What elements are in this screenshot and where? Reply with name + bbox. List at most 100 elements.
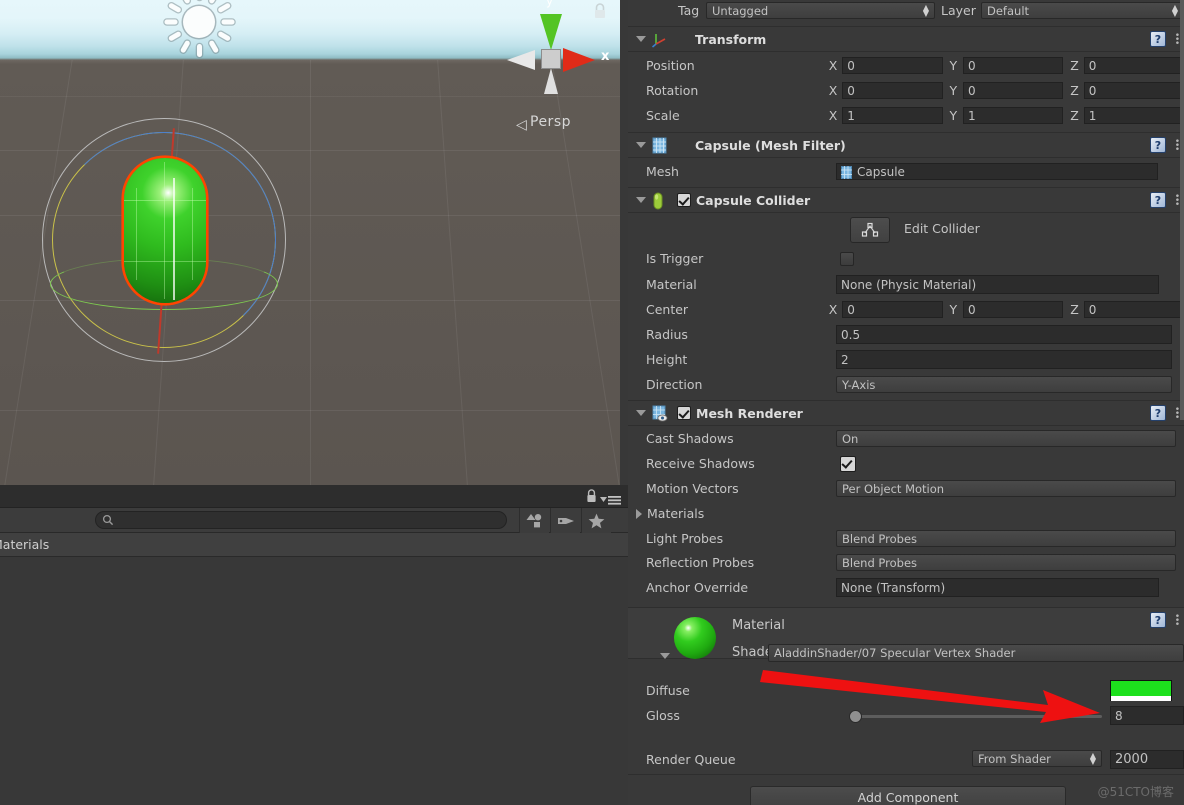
gizmo-x-cone[interactable] — [563, 48, 595, 72]
mesh-asset-icon — [841, 166, 852, 182]
mesh-row: Mesh Capsule — [628, 159, 1184, 184]
diffuse-color-rgb — [1111, 681, 1171, 696]
foldout-arrow-icon[interactable] — [636, 142, 646, 148]
render-queue-dropdown[interactable]: From Shader ▲ ▼ — [972, 750, 1102, 767]
component-menu-icon[interactable]: • • • — [1175, 613, 1180, 630]
scene-lock-icon[interactable] — [592, 2, 608, 24]
chevron-updown-icon: ▲ ▼ — [922, 3, 929, 18]
capsule-collider-component-header[interactable]: Capsule Collider ? • • • — [628, 187, 1184, 213]
gizmo-negative-x-cone[interactable] — [507, 50, 535, 70]
divider — [628, 774, 1184, 775]
help-icon[interactable]: ? — [1150, 31, 1166, 47]
tag-dropdown[interactable]: Untagged ▲ ▼ — [706, 2, 935, 19]
gloss-value-field[interactable]: 8 — [1110, 706, 1184, 725]
asset-filter-icon[interactable] — [519, 508, 549, 533]
chevron-updown-icon: ▲ ▼ — [1171, 3, 1178, 18]
project-lock-icon[interactable] — [585, 488, 598, 508]
help-icon[interactable]: ? — [1150, 612, 1166, 628]
add-component-button[interactable]: Add Component — [750, 786, 1066, 805]
axis-x-label: X — [828, 83, 838, 98]
help-icon[interactable]: ? — [1150, 405, 1166, 421]
position-y-field[interactable]: 0 — [963, 57, 1064, 74]
label-filter-icon[interactable] — [550, 508, 580, 533]
gizmo-y-axis-line — [173, 178, 175, 300]
scale-x-field[interactable]: 1 — [842, 107, 943, 124]
foldout-arrow-icon[interactable] — [660, 653, 670, 659]
foldout-arrow-icon[interactable] — [636, 197, 646, 203]
project-browser-panel: Materials — [0, 485, 628, 805]
render-queue-row: Render Queue From Shader ▲ ▼ 2000 — [628, 747, 1184, 772]
motion-vectors-dropdown[interactable]: Per Object Motion — [836, 480, 1176, 497]
mesh-filter-component-header[interactable]: Capsule (Mesh Filter) ? • • • — [628, 132, 1184, 158]
tag-label: Tag — [678, 3, 700, 18]
materials-foldout-row[interactable]: Materials — [628, 501, 1184, 526]
receive-shadows-checkbox[interactable] — [840, 455, 856, 472]
search-input[interactable] — [114, 513, 506, 527]
gizmo-center-cube[interactable] — [541, 49, 561, 69]
breadcrumb[interactable]: Materials — [0, 537, 49, 552]
radius-field[interactable]: 0.5 — [836, 325, 1172, 344]
capsule-mesh[interactable] — [124, 158, 206, 303]
is-trigger-checkbox[interactable] — [840, 251, 854, 266]
reflection-probes-label: Reflection Probes — [646, 555, 755, 570]
transform-position-row: Position X 0 Y 0 Z 0 — [628, 53, 1184, 78]
position-z-field[interactable]: 0 — [1083, 57, 1184, 74]
panel-divider[interactable] — [620, 0, 628, 485]
scene-view[interactable]: y x ◁ Persp — [0, 0, 620, 485]
material-component-header[interactable]: Material Shader AladdinShader/07 Specula… — [628, 607, 1184, 662]
inspector-scrollbar[interactable] — [1180, 0, 1184, 420]
mesh-object-field[interactable]: Capsule — [836, 163, 1158, 180]
project-toolbar — [0, 508, 628, 533]
render-queue-value-field[interactable]: 2000 — [1110, 750, 1184, 769]
anchor-override-field[interactable]: None (Transform) — [836, 578, 1159, 597]
mesh-label: Mesh — [646, 164, 679, 179]
scale-y-field[interactable]: 1 — [963, 107, 1064, 124]
cast-shadows-dropdown[interactable]: On — [836, 430, 1176, 447]
light-probes-dropdown[interactable]: Blend Probes — [836, 530, 1176, 547]
reflection-probes-row: Reflection Probes Blend Probes — [628, 550, 1184, 575]
diffuse-color-swatch[interactable] — [1110, 680, 1172, 701]
capsule-collider-enabled-checkbox[interactable] — [677, 193, 691, 207]
shader-dropdown[interactable]: AladdinShader/07 Specular Vertex Shader — [768, 644, 1184, 662]
favorites-star-icon[interactable] — [581, 508, 611, 533]
mesh-renderer-enabled-checkbox[interactable] — [677, 406, 691, 420]
layer-dropdown[interactable]: Default ▲ ▼ — [981, 2, 1184, 19]
gizmo-negative-y-cone[interactable] — [544, 68, 558, 94]
edit-collider-button[interactable] — [850, 217, 890, 243]
project-breadcrumb-bar[interactable]: Materials — [0, 533, 628, 557]
directional-light-gizmo[interactable] — [163, 0, 234, 57]
height-field[interactable]: 2 — [836, 350, 1172, 369]
position-x-field[interactable]: 0 — [842, 57, 943, 74]
center-z-field[interactable]: 0 — [1083, 301, 1184, 318]
selected-capsule-object[interactable] — [42, 118, 286, 362]
help-icon[interactable]: ? — [1150, 137, 1166, 153]
sun-ray — [179, 0, 191, 5]
axis-z-label: Z — [1070, 302, 1079, 317]
gizmo-y-cone[interactable] — [540, 14, 562, 50]
rotation-z-field[interactable]: 0 — [1083, 82, 1184, 99]
rotation-y-field[interactable]: 0 — [963, 82, 1064, 99]
rotation-x-field[interactable]: 0 — [842, 82, 943, 99]
help-icon[interactable]: ? — [1150, 192, 1166, 208]
center-x-field[interactable]: 0 — [842, 301, 943, 318]
scale-z-field[interactable]: 1 — [1083, 107, 1184, 124]
search-field-wrapper[interactable] — [95, 511, 507, 529]
mesh-renderer-component-header[interactable]: Mesh Renderer ? • • • — [628, 400, 1184, 426]
project-asset-grid[interactable] — [0, 557, 628, 805]
gloss-slider-handle[interactable] — [849, 710, 862, 723]
collider-material-field[interactable]: None (Physic Material) — [836, 275, 1159, 294]
foldout-arrow-icon[interactable] — [636, 410, 646, 416]
cast-shadows-label: Cast Shadows — [646, 431, 734, 446]
sun-ray — [179, 39, 191, 54]
gloss-slider-track[interactable] — [850, 715, 1102, 718]
mesh-renderer-icon — [652, 405, 669, 422]
direction-dropdown[interactable]: Y-Axis — [836, 376, 1172, 393]
foldout-arrow-icon[interactable] — [636, 508, 642, 519]
reflection-probes-dropdown[interactable]: Blend Probes — [836, 554, 1176, 571]
transform-component-header[interactable]: Transform ? • • • — [628, 26, 1184, 52]
project-tab-bar — [0, 485, 628, 508]
light-probes-value: Blend Probes — [842, 531, 918, 546]
foldout-arrow-icon[interactable] — [636, 36, 646, 42]
sun-ray — [216, 30, 231, 42]
center-y-field[interactable]: 0 — [963, 301, 1064, 318]
